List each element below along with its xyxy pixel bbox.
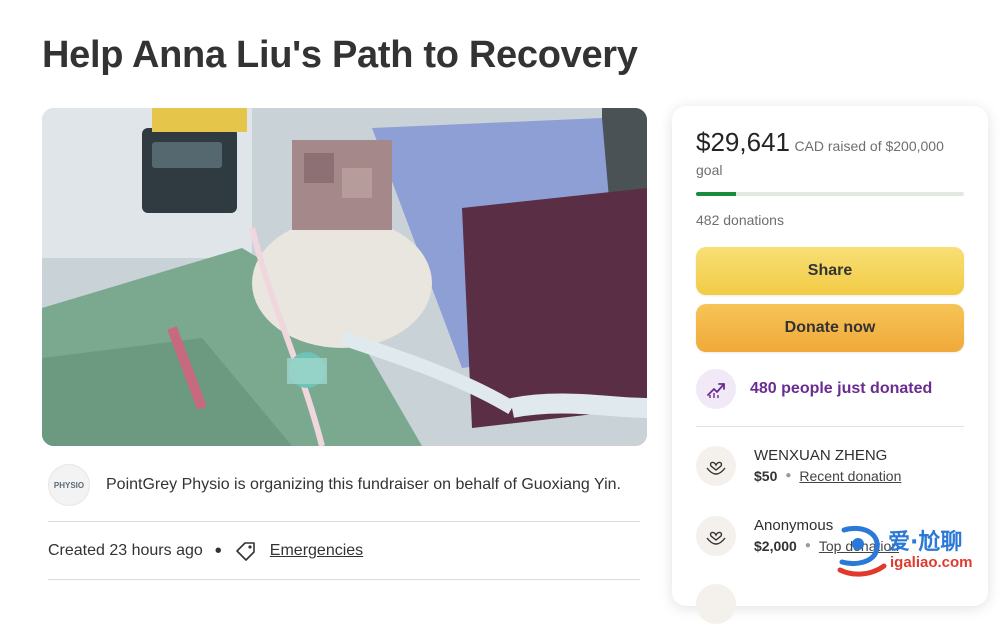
organizer-logo-text: PHYSIO: [53, 480, 85, 490]
heart-hands-icon: [696, 516, 736, 556]
donor-amount: $2,000: [754, 538, 797, 554]
site-watermark: 爱·尬聊 igaliao.com: [836, 522, 996, 582]
watermark-en: igaliao.com: [890, 554, 973, 571]
panel-divider: [696, 426, 964, 427]
watermark-logo-icon: [837, 526, 887, 577]
goal-text: goal: [696, 162, 723, 178]
section-divider-bottom: [48, 579, 640, 580]
bullet-separator: ●: [804, 540, 811, 551]
donor-avatar-partial: [696, 584, 736, 624]
meta-separator: •: [214, 540, 222, 562]
bullet-separator: ●: [785, 470, 792, 481]
raised-summary: $29,641 CAD raised of $200,000: [696, 127, 966, 159]
recent-activity: 480 people just donated: [696, 368, 932, 410]
raised-text: CAD raised of $200,000: [794, 138, 944, 154]
tag-icon: [234, 539, 258, 563]
donor-amount: $50: [754, 468, 778, 484]
just-donated-text: 480 people just donated: [750, 380, 933, 397]
donation-count: 482 donations: [696, 212, 784, 228]
organizer-logo[interactable]: PHYSIO: [48, 464, 90, 506]
organizer-row: PHYSIO PointGrey Physio is organizing th…: [48, 462, 640, 508]
page-title: Help Anna Liu's Path to Recovery: [42, 34, 638, 76]
progress-bar: [696, 192, 964, 196]
created-time: Created 23 hours ago: [48, 542, 203, 559]
donor-name: WENXUAN ZHENG: [754, 447, 888, 464]
heart-hands-icon: [696, 446, 736, 486]
share-button[interactable]: Share: [696, 247, 964, 295]
donation-tag-link[interactable]: Recent donation: [799, 466, 901, 486]
trending-up-icon: [696, 369, 736, 409]
progress-bar-fill: [696, 192, 736, 196]
section-divider: [48, 521, 640, 522]
fundraiser-photo[interactable]: [42, 108, 647, 446]
donate-now-button[interactable]: Donate now: [696, 304, 964, 352]
organizer-text: PointGrey Physio is organizing this fund…: [106, 476, 621, 493]
raised-amount: $29,641: [696, 127, 790, 157]
donor-item: WENXUAN ZHENG $50 ● Recent donation: [696, 446, 901, 494]
watermark-cn: 爱·尬聊: [888, 530, 963, 555]
meta-row: Created 23 hours ago • Emergencies: [48, 534, 363, 568]
category-link[interactable]: Emergencies: [270, 542, 363, 560]
hospital-scene-image: [42, 108, 647, 446]
